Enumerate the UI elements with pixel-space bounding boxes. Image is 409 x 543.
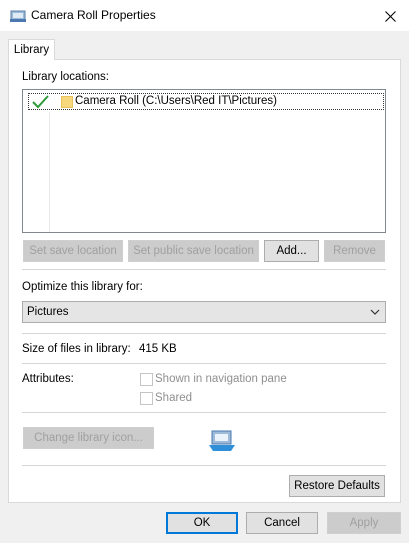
shared-label: Shared bbox=[155, 392, 193, 404]
separator bbox=[22, 269, 386, 270]
shown-in-navigation-checkbox[interactable] bbox=[140, 373, 153, 386]
list-divider bbox=[49, 112, 50, 232]
window-title: Camera Roll Properties bbox=[31, 8, 156, 22]
apply-button[interactable]: Apply bbox=[327, 512, 401, 534]
folder-icon bbox=[61, 96, 73, 108]
close-icon bbox=[384, 10, 396, 22]
chevron-down-icon bbox=[370, 309, 380, 315]
checkmark-icon bbox=[32, 95, 49, 109]
separator bbox=[22, 465, 386, 466]
tab-library[interactable]: Library bbox=[8, 39, 55, 60]
attributes-label: Attributes: bbox=[22, 373, 74, 385]
title-bar: Camera Roll Properties bbox=[0, 0, 409, 31]
remove-location-button[interactable]: Remove bbox=[324, 240, 385, 262]
list-item[interactable]: Camera Roll (C:\Users\Red IT\Pictures) bbox=[28, 93, 384, 110]
restore-defaults-button[interactable]: Restore Defaults bbox=[289, 475, 385, 497]
optimize-dropdown[interactable]: Pictures bbox=[22, 301, 386, 323]
library-icon bbox=[10, 10, 26, 22]
size-label: Size of files in library: bbox=[22, 343, 131, 355]
location-path: Camera Roll (C:\Users\Red IT\Pictures) bbox=[75, 95, 277, 107]
add-location-button[interactable]: Add... bbox=[264, 240, 319, 262]
set-public-save-location-button[interactable]: Set public save location bbox=[128, 240, 259, 262]
ok-button[interactable]: OK bbox=[166, 512, 238, 534]
set-save-location-button[interactable]: Set save location bbox=[23, 240, 123, 262]
optimize-label: Optimize this library for: bbox=[22, 281, 143, 293]
change-library-icon-button[interactable]: Change library icon... bbox=[23, 427, 154, 449]
library-icon bbox=[209, 430, 235, 451]
library-locations-list[interactable]: Camera Roll (C:\Users\Red IT\Pictures) bbox=[22, 89, 386, 233]
size-value: 415 KB bbox=[139, 343, 177, 355]
optimize-value: Pictures bbox=[27, 306, 69, 318]
shared-checkbox[interactable] bbox=[140, 392, 153, 405]
close-button[interactable] bbox=[376, 4, 404, 28]
separator bbox=[22, 333, 386, 334]
shown-in-navigation-label: Shown in navigation pane bbox=[155, 373, 287, 385]
library-locations-label: Library locations: bbox=[22, 71, 109, 83]
separator bbox=[22, 363, 386, 364]
separator bbox=[22, 412, 386, 413]
cancel-button[interactable]: Cancel bbox=[246, 512, 318, 534]
properties-dialog: Camera Roll Properties Library Library l… bbox=[0, 0, 409, 543]
